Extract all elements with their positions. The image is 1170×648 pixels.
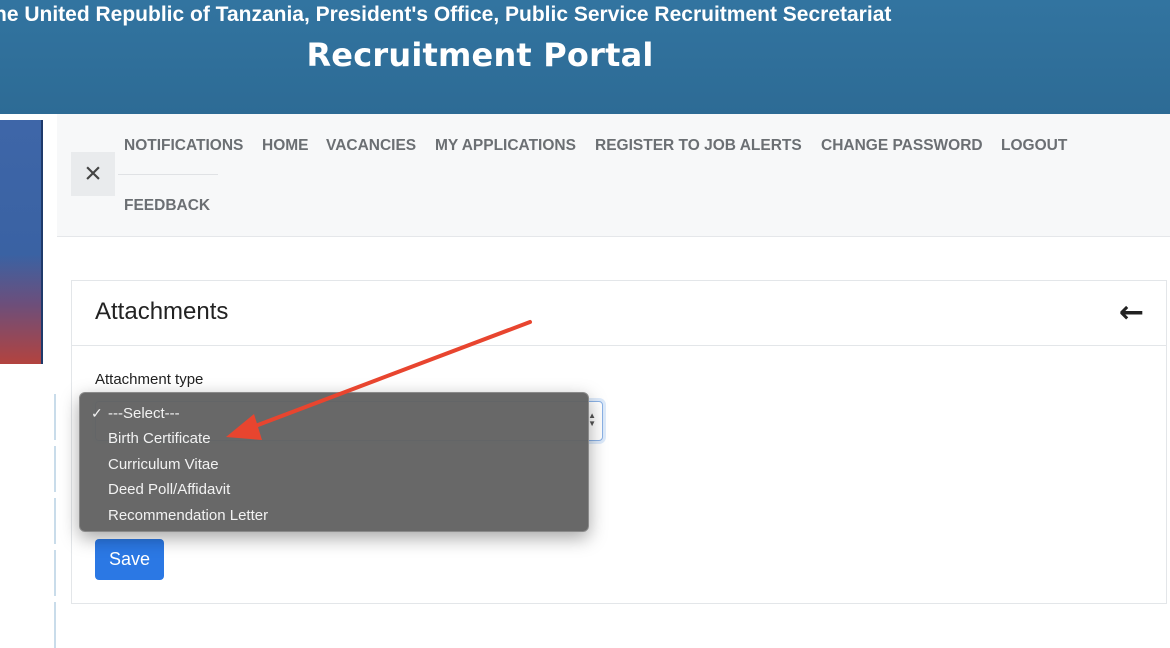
top-navigation [57,114,1170,237]
nav-feedback[interactable]: FEEDBACK [124,197,210,215]
card-title: Attachments [95,298,229,325]
dropdown-option-select[interactable]: ---Select--- [108,405,180,422]
nav-notifications[interactable]: NOTIFICATIONS [124,137,243,155]
nav-vacancies[interactable]: VACANCIES [326,137,416,155]
header-banner: he United Republic of Tanzania, Presiden… [0,0,1170,114]
card-header: Attachments ← [72,281,1166,346]
sidebar-item[interactable] [0,602,56,648]
portal-title: Recruitment Portal [306,36,654,74]
nav-home[interactable]: HOME [262,137,309,155]
arrow-left-icon[interactable]: ← [1119,295,1144,330]
save-button[interactable]: Save [95,539,164,580]
dropdown-option-deed-poll[interactable]: Deed Poll/Affidavit [108,481,230,498]
nav-my-applications[interactable]: MY APPLICATIONS [435,137,576,155]
attachment-type-dropdown: ✓ ---Select--- Birth Certificate Curricu… [79,392,589,532]
attachment-type-label: Attachment type [95,371,204,388]
close-icon[interactable]: × [71,152,115,196]
select-arrows-icon: ▲ ▼ [588,411,596,428]
nav-divider [118,174,218,175]
sidebar-item[interactable] [0,498,56,544]
sidebar-item[interactable] [0,550,56,596]
sidebar-item[interactable] [0,394,56,440]
dropdown-option-recommendation-letter[interactable]: Recommendation Letter [108,507,268,524]
nav-logout[interactable]: LOGOUT [1001,137,1067,155]
sidebar-item[interactable] [0,446,56,492]
nav-register-job-alerts[interactable]: REGISTER TO JOB ALERTS [595,137,802,155]
dropdown-option-birth-certificate[interactable]: Birth Certificate [108,430,211,447]
nav-change-password[interactable]: CHANGE PASSWORD [821,137,983,155]
checkmark-icon: ✓ [91,405,103,421]
profile-photo [0,120,43,364]
dropdown-option-curriculum-vitae[interactable]: Curriculum Vitae [108,456,219,473]
organization-name: he United Republic of Tanzania, Presiden… [0,3,892,26]
